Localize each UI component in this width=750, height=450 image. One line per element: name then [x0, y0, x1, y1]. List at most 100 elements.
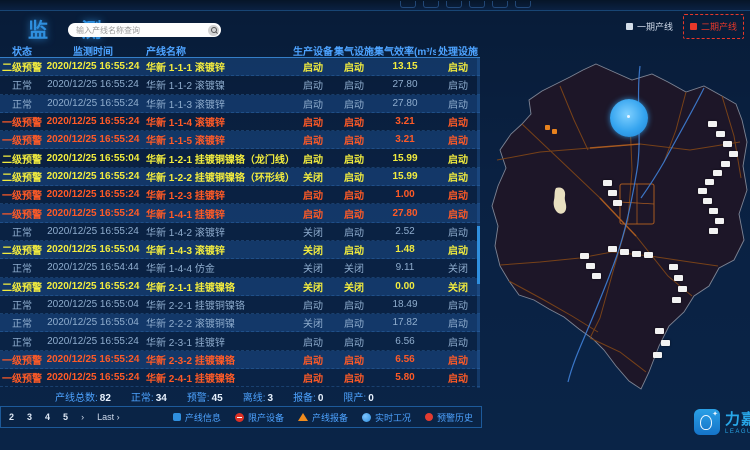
map-site-marker[interactable]	[655, 328, 664, 334]
table-row[interactable]: 正常 2020/12/25 16:55:24 华新 2-3-1 挂镀锌 启动 启…	[0, 332, 480, 350]
map-site-marker[interactable]	[705, 179, 714, 185]
cell-line-name: 华新 2-3-1 挂镀锌	[142, 334, 292, 349]
next-page-button[interactable]: ›	[81, 412, 84, 422]
map-site-marker[interactable]	[729, 151, 738, 157]
cell-gas-efficiency: 27.80	[374, 79, 436, 90]
page-button[interactable]: 3	[27, 412, 32, 422]
map-orange-marker[interactable]	[545, 125, 550, 130]
cell-gas-facility: 启动	[334, 206, 374, 221]
cell-gas-efficiency: 17.82	[374, 317, 436, 328]
legend-item[interactable]: 限产设备	[235, 411, 284, 424]
deco-tab	[423, 1, 439, 8]
map-site-marker[interactable]	[632, 251, 641, 257]
table-scrollbar[interactable]	[477, 58, 480, 388]
table-row[interactable]: 正常 2020/12/25 16:54:44 华新 1-4-4 仿金 关闭 关闭…	[0, 259, 480, 277]
stat-item: 正常:34	[131, 389, 167, 404]
map-site-marker[interactable]	[613, 200, 622, 206]
map-site-marker[interactable]	[723, 141, 732, 147]
legend-item[interactable]: 实时工况	[362, 411, 411, 424]
filter-phase1-button[interactable]: 一期产线	[626, 20, 673, 33]
logo-name: 力嘉科技	[725, 408, 750, 429]
table-row[interactable]: 正常 2020/12/25 16:55:04 华新 2-2-1 挂镀铜镍铬 启动…	[0, 296, 480, 314]
map-site-marker[interactable]	[703, 198, 712, 204]
map-site-marker[interactable]	[698, 188, 707, 194]
map-site-marker[interactable]	[644, 252, 653, 258]
map-site-marker[interactable]	[620, 249, 629, 255]
cell-line-name: 华新 2-2-1 挂镀铜镍铬	[142, 297, 292, 312]
cell-time: 2020/12/25 16:55:24	[44, 226, 142, 237]
search-icon[interactable]	[208, 25, 219, 36]
map-site-marker[interactable]	[716, 131, 725, 137]
cell-time: 2020/12/25 16:55:24	[44, 79, 142, 90]
map-site-marker[interactable]	[709, 228, 718, 234]
map-site-marker[interactable]	[608, 246, 617, 252]
cell-gas-facility: 启动	[334, 370, 374, 385]
map-site-marker[interactable]	[713, 170, 722, 176]
map-site-marker[interactable]	[661, 340, 670, 346]
map-orange-marker[interactable]	[552, 129, 557, 134]
cell-time: 2020/12/25 16:55:24	[44, 208, 142, 219]
map-site-marker[interactable]	[678, 286, 687, 292]
map-site-marker[interactable]	[672, 297, 681, 303]
map-site-marker[interactable]	[721, 161, 730, 167]
page-button[interactable]: 5	[63, 412, 68, 422]
table-row[interactable]: 二级预警 2020/12/25 16:55:24 华新 1-1-1 滚镀锌 启动…	[0, 58, 480, 76]
table-row[interactable]: 正常 2020/12/25 16:55:24 华新 1-1-3 滚镀锌 启动 启…	[0, 95, 480, 113]
map-site-marker[interactable]	[592, 273, 601, 279]
cell-production-device: 启动	[292, 297, 334, 312]
table-row[interactable]: 一级预警 2020/12/25 16:55:24 华新 2-4-1 挂镀镍铬 启…	[0, 369, 480, 387]
map-site-marker[interactable]	[674, 275, 683, 281]
map-site-marker[interactable]	[715, 218, 724, 224]
map-highlight-marker[interactable]	[610, 99, 648, 137]
table-row[interactable]: 二级预警 2020/12/25 16:55:24 华新 1-2-2 挂镀铜镍铬（…	[0, 168, 480, 186]
cell-time: 2020/12/25 16:55:24	[44, 61, 142, 72]
scrollbar-thumb[interactable]	[477, 226, 480, 284]
search-box[interactable]	[68, 23, 221, 37]
table-row[interactable]: 一级预警 2020/12/25 16:55:24 华新 1-4-1 挂镀锌 启动…	[0, 204, 480, 222]
cell-line-name: 华新 1-1-1 滚镀锌	[142, 59, 292, 74]
last-page-button[interactable]: Last ›	[97, 412, 120, 422]
map-site-marker[interactable]	[608, 190, 617, 196]
stat-item: 产线总数:82	[55, 389, 111, 404]
cell-production-device: 启动	[292, 352, 334, 367]
map-site-marker[interactable]	[709, 208, 718, 214]
table-row[interactable]: 一级预警 2020/12/25 16:55:24 华新 2-3-2 挂镀镍铬 启…	[0, 351, 480, 369]
table-row[interactable]: 二级预警 2020/12/25 16:55:24 华新 2-1-1 挂镀镍铬 关…	[0, 278, 480, 296]
cell-line-name: 华新 2-1-1 挂镀镍铬	[142, 279, 292, 294]
filter-phase2-button[interactable]: 二期产线	[683, 14, 744, 39]
map-site-marker[interactable]	[669, 264, 678, 270]
cell-time: 2020/12/25 16:55:04	[44, 153, 142, 164]
map-site-marker[interactable]	[708, 121, 717, 127]
table-row[interactable]: 二级预警 2020/12/25 16:55:04 华新 1-4-3 滚镀锌 关闭…	[0, 241, 480, 259]
cell-production-device: 关闭	[292, 315, 334, 330]
table-row[interactable]: 二级预警 2020/12/25 16:55:04 华新 1-2-1 挂镀铜镍铬（…	[0, 149, 480, 167]
page-button[interactable]: 4	[45, 412, 50, 422]
map-site-marker[interactable]	[580, 253, 589, 259]
col-header-name: 产线名称	[142, 43, 292, 58]
table-row[interactable]: 正常 2020/12/25 16:55:24 华新 1-4-2 滚镀锌 关闭 启…	[0, 223, 480, 241]
cell-status: 正常	[0, 260, 44, 275]
map-site-marker[interactable]	[586, 263, 595, 269]
map-site-marker[interactable]	[653, 352, 662, 358]
col-header-time: 监测时间	[44, 43, 142, 58]
table-row[interactable]: 正常 2020/12/25 16:55:04 华新 2-2-2 滚镀铜镍 关闭 …	[0, 314, 480, 332]
cell-status: 一级预警	[0, 352, 44, 367]
page-button[interactable]: 2	[9, 412, 14, 422]
legend-item[interactable]: 预警历史	[425, 411, 473, 424]
table-row[interactable]: 一级预警 2020/12/25 16:55:24 华新 1-1-5 滚镀锌 启动…	[0, 131, 480, 149]
table-row[interactable]: 一级预警 2020/12/25 16:55:24 华新 1-2-3 挂镀锌 启动…	[0, 186, 480, 204]
cell-status: 二级预警	[0, 242, 44, 257]
cell-line-name: 华新 1-4-1 挂镀锌	[142, 206, 292, 221]
cell-gas-facility: 启动	[334, 169, 374, 184]
monitoring-dashboard: 监 测 一期产线 二期产线 状态 监测时间 产线名称 生产设备 集气设施 集气效…	[0, 0, 750, 450]
search-input[interactable]	[76, 26, 208, 35]
cell-status: 正常	[0, 77, 44, 92]
cell-line-name: 华新 1-2-2 挂镀铜镍铬（环形线）	[142, 169, 292, 184]
map-site-marker[interactable]	[603, 180, 612, 186]
cell-treatment-facility: 启动	[436, 334, 480, 349]
cell-line-name: 华新 1-4-4 仿金	[142, 260, 292, 275]
table-row[interactable]: 正常 2020/12/25 16:55:24 华新 1-1-2 滚镀镍 启动 启…	[0, 76, 480, 94]
legend-item[interactable]: 产线报备	[298, 411, 348, 424]
table-row[interactable]: 一级预警 2020/12/25 16:55:24 华新 1-1-4 滚镀锌 启动…	[0, 113, 480, 131]
legend-item[interactable]: 产线信息	[173, 411, 221, 424]
